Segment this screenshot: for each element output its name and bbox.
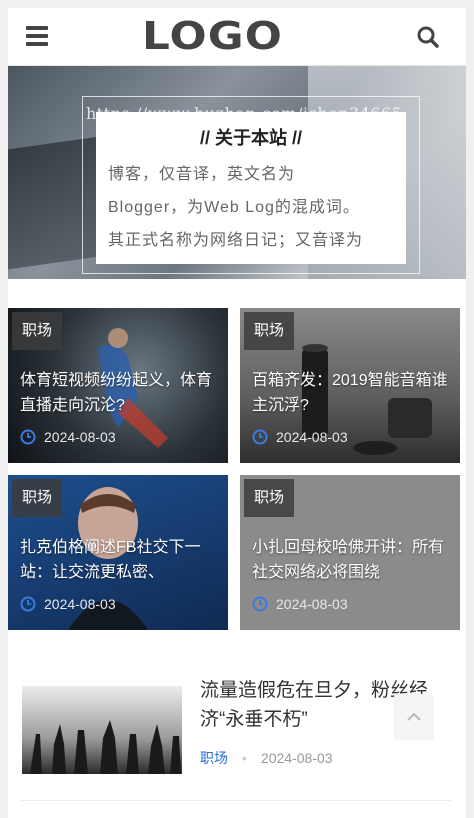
clock-icon xyxy=(252,596,268,612)
category-tag[interactable]: 职场 xyxy=(244,479,295,517)
card-title[interactable]: 体育短视频纷纷起义，体育直播走向沉沦? xyxy=(20,368,220,418)
card-date-text: 2024-08-03 xyxy=(276,596,348,612)
card-date: 2024-08-03 xyxy=(252,428,348,446)
divider xyxy=(20,800,452,801)
article-card[interactable]: 职场 扎克伯格阐述FB社交下一站：让交流更私密、 2024-08-03 xyxy=(8,475,228,630)
card-title[interactable]: 扎克伯格阐述FB社交下一站：让交流更私密、 xyxy=(20,535,220,585)
clock-icon xyxy=(252,429,268,445)
app-frame: LOGO // 关于本站 // 博客，仅音译，英文名为 Blogger，为Web… xyxy=(8,8,466,818)
about-hero-banner: // 关于本站 // 博客，仅音译，英文名为 Blogger，为Web Log的… xyxy=(8,66,466,279)
search-icon[interactable] xyxy=(416,25,440,49)
about-box: // 关于本站 // 博客，仅音译，英文名为 Blogger，为Web Log的… xyxy=(96,112,406,264)
chevron-up-icon xyxy=(407,712,421,721)
category-tag[interactable]: 职场 xyxy=(12,479,63,517)
card-title[interactable]: 小扎回母校哈佛开讲：所有社交网络必将围绕 xyxy=(252,535,452,585)
clock-icon xyxy=(20,429,36,445)
menu-icon[interactable] xyxy=(26,26,48,46)
card-date: 2024-08-03 xyxy=(252,595,348,613)
article-category-link[interactable]: 职场 xyxy=(200,748,228,768)
page: LOGO // 关于本站 // 博客，仅音译，英文名为 Blogger，为Web… xyxy=(0,0,474,818)
meta-separator: • xyxy=(242,750,247,766)
header: LOGO xyxy=(8,8,466,66)
site-logo[interactable]: LOGO xyxy=(142,15,282,57)
watermark: https://www.huzhan.com/ishop34665 xyxy=(86,104,403,123)
article-card[interactable]: 职场 小扎回母校哈佛开讲：所有社交网络必将围绕 2024-08-03 xyxy=(240,475,460,630)
about-text: 博客，仅音译，英文名为 Blogger，为Web Log的混成词。 其正式名称为… xyxy=(108,158,394,257)
article-date: 2024-08-03 xyxy=(260,750,333,766)
article-card[interactable]: 职场 百箱齐发：2019智能音箱谁主沉浮? 2024-08-03 xyxy=(240,308,460,463)
article-meta: 职场 • 2024-08-03 xyxy=(200,748,333,768)
card-date-text: 2024-08-03 xyxy=(44,429,116,445)
about-title: // 关于本站 // xyxy=(199,128,302,148)
back-to-top-button[interactable] xyxy=(394,694,434,740)
card-title[interactable]: 百箱齐发：2019智能音箱谁主沉浮? xyxy=(252,368,452,418)
category-tag[interactable]: 职场 xyxy=(12,312,63,350)
about-text-line: 其正式名称为网络日记；又音译为 xyxy=(108,232,364,249)
card-date: 2024-08-03 xyxy=(20,428,116,446)
category-tag[interactable]: 职场 xyxy=(244,312,295,350)
about-text-line: Blogger，为Web Log的混成词。 xyxy=(108,199,360,216)
article-thumbnail[interactable] xyxy=(22,686,182,774)
about-text-line: 博客，仅音译，英文名为 xyxy=(108,166,296,183)
article-card[interactable]: 职场 体育短视频纷纷起义，体育直播走向沉沦? 2024-08-03 xyxy=(8,308,228,463)
card-date-text: 2024-08-03 xyxy=(276,429,348,445)
card-date: 2024-08-03 xyxy=(20,595,116,613)
clock-icon xyxy=(20,596,36,612)
card-date-text: 2024-08-03 xyxy=(44,596,116,612)
